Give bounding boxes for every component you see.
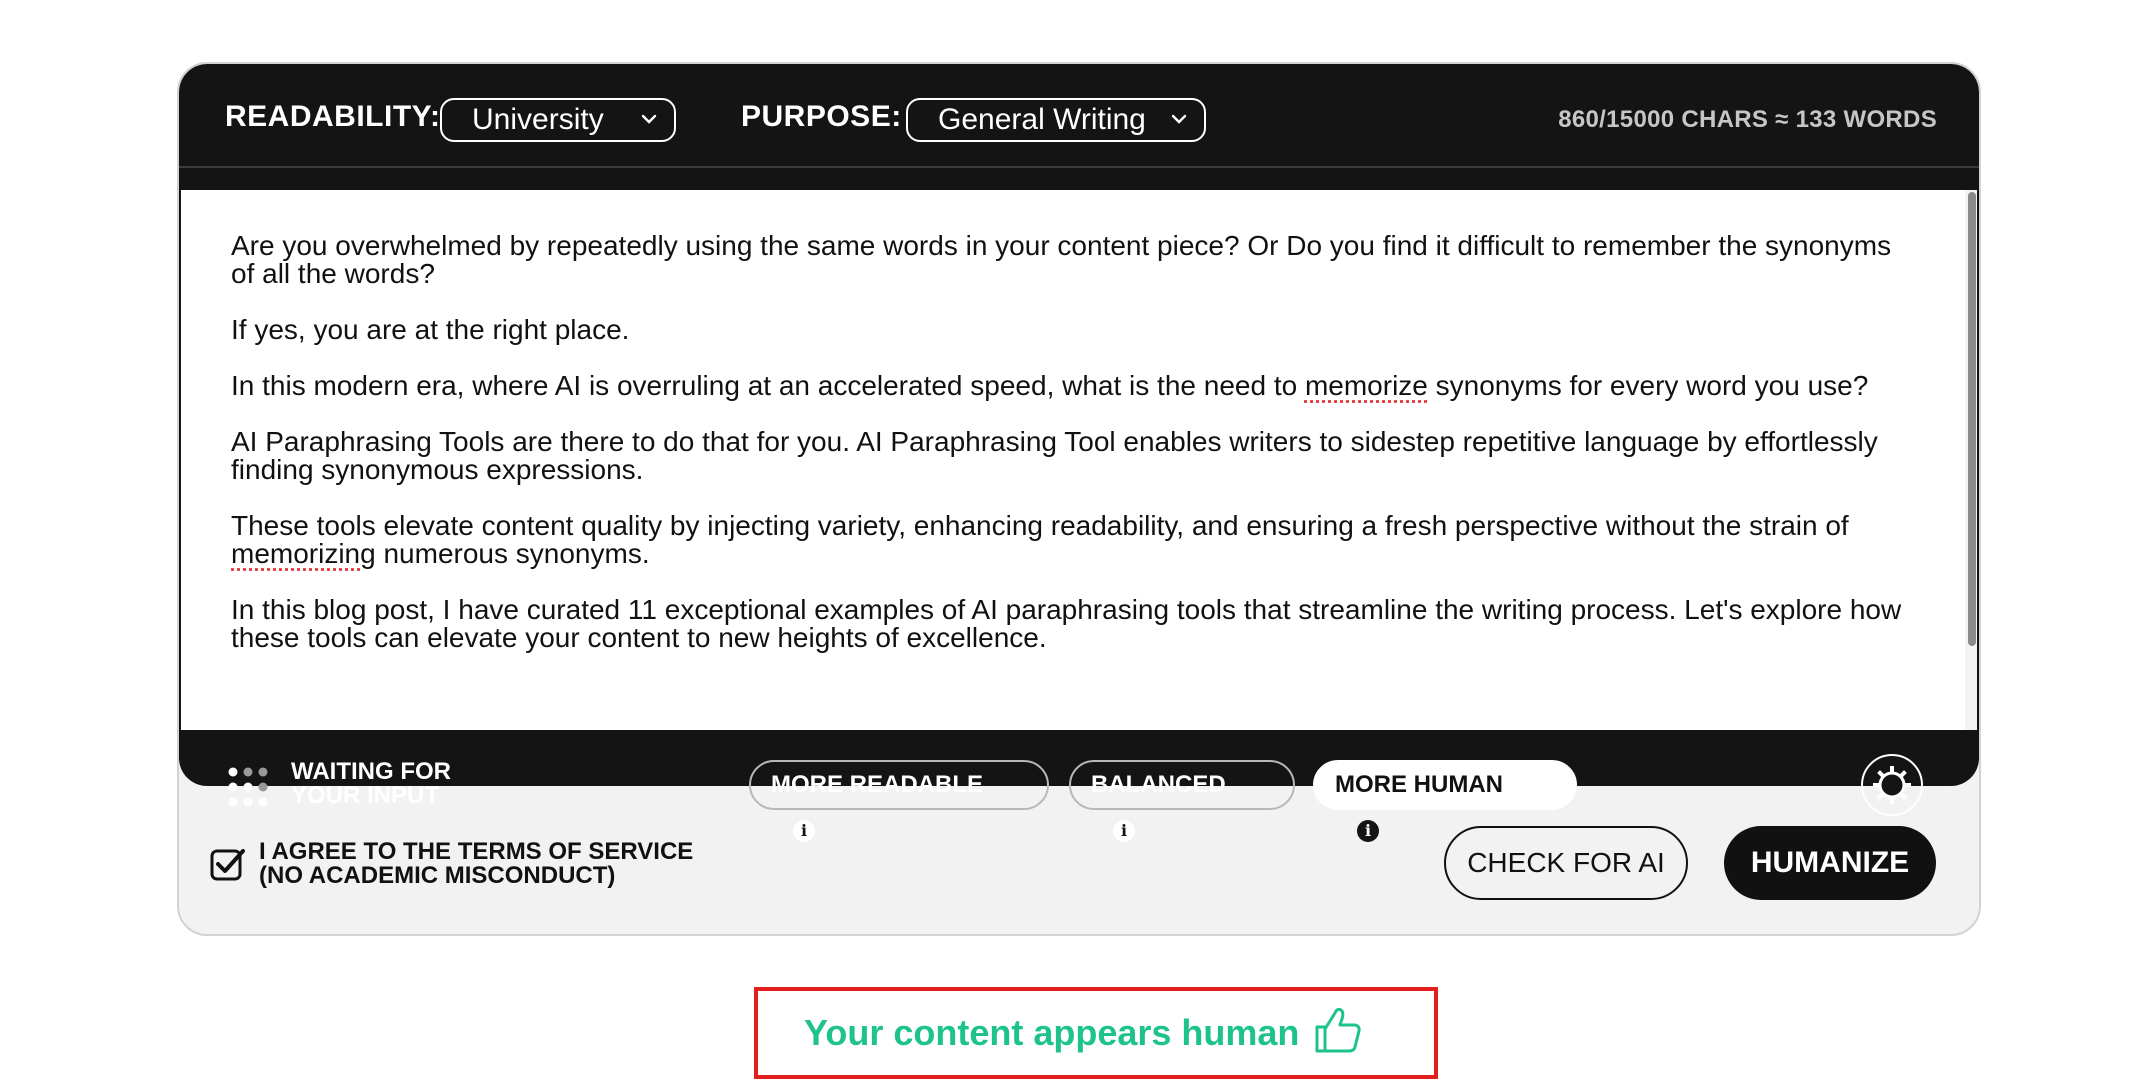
paragraph-3-end: synonyms for every word you use? — [1427, 370, 1869, 401]
misspelled-word[interactable]: memorize — [1305, 370, 1428, 401]
editor-action-bar: WAITING FOR YOUR INPUT MORE READABLE i BA… — [179, 730, 1979, 842]
thumbs-up-icon — [1315, 1007, 1361, 1053]
info-icon[interactable]: i — [793, 820, 815, 842]
mode-more-readable-label: MORE READABLE — [771, 771, 984, 798]
mode-more-human-button[interactable]: MORE HUMAN i — [1313, 760, 1577, 842]
settings-button[interactable] — [1861, 754, 1923, 816]
paragraph-3-start: In this modern era, where AI is overruli… — [231, 370, 1305, 401]
paragraph-5: These tools elevate content quality by i… — [231, 512, 1907, 568]
paragraph-3: In this modern era, where AI is overruli… — [231, 372, 1907, 400]
terms-agreement[interactable]: I AGREE TO THE TERMS OF SERVICE (NO ACAD… — [209, 840, 769, 900]
paragraph-1: Are you overwhelmed by repeatedly using … — [231, 230, 1892, 289]
checkbox-checked-icon[interactable] — [209, 846, 245, 882]
purpose-label: PURPOSE: — [741, 100, 902, 133]
check-for-ai-button[interactable]: CHECK FOR AI — [1444, 826, 1688, 900]
readability-label: READABILITY: — [225, 100, 441, 133]
purpose-value: General Writing — [938, 103, 1146, 136]
terms-line-1: I AGREE TO THE TERMS OF SERVICE — [259, 838, 694, 865]
chevron-down-icon — [1171, 114, 1187, 124]
status-line-1: WAITING FOR — [291, 758, 451, 785]
mode-more-readable-button[interactable]: MORE READABLE i — [749, 760, 1049, 842]
result-box: Your content appears human — [754, 987, 1438, 1079]
mode-balanced-label: BALANCED — [1091, 771, 1226, 798]
editor-panel: READABILITY: University PURPOSE: General… — [179, 64, 1979, 842]
info-icon[interactable]: i — [1357, 820, 1379, 842]
status-line-2: YOUR INPUT — [291, 782, 440, 809]
paragraph-4: AI Paraphrasing Tools are there to do th… — [231, 426, 1878, 485]
input-textarea[interactable]: Are you overwhelmed by repeatedly using … — [181, 190, 1977, 730]
humanizer-card: READABILITY: University PURPOSE: General… — [177, 62, 1981, 936]
terms-line-2: (NO ACADEMIC MISCONDUCT) — [259, 862, 616, 889]
chevron-down-icon — [641, 114, 657, 124]
paragraph-6: In this blog post, I have curated 11 exc… — [231, 594, 1902, 653]
humanize-button[interactable]: HUMANIZE — [1724, 826, 1936, 900]
purpose-select[interactable]: General Writing — [906, 98, 1206, 142]
mode-balanced-button[interactable]: BALANCED i — [1069, 760, 1295, 842]
mode-more-human-label: MORE HUMAN — [1335, 771, 1503, 798]
editor-toolbar: READABILITY: University PURPOSE: General… — [179, 64, 1979, 168]
gear-icon — [1873, 766, 1911, 804]
dots-grid-icon — [228, 767, 268, 807]
paragraph-2: If yes, you are at the right place. — [231, 314, 630, 345]
readability-value: University — [472, 103, 604, 136]
textarea-scrollbar-thumb[interactable] — [1968, 192, 1976, 646]
misspelled-word[interactable]: memorizing — [231, 538, 376, 569]
paragraph-5-start: These tools elevate content quality by i… — [231, 510, 1849, 541]
result-message: Your content appears human — [804, 1012, 1300, 1053]
terms-label: I AGREE TO THE TERMS OF SERVICE (NO ACAD… — [259, 840, 693, 888]
info-icon[interactable]: i — [1113, 820, 1135, 842]
paragraph-5-end: numerous synonyms. — [375, 538, 650, 569]
char-word-counter: 860/15000 CHARS ≈ 133 WORDS — [1558, 106, 1937, 133]
readability-select[interactable]: University — [440, 98, 676, 142]
status-text: WAITING FOR YOUR INPUT — [291, 760, 451, 808]
